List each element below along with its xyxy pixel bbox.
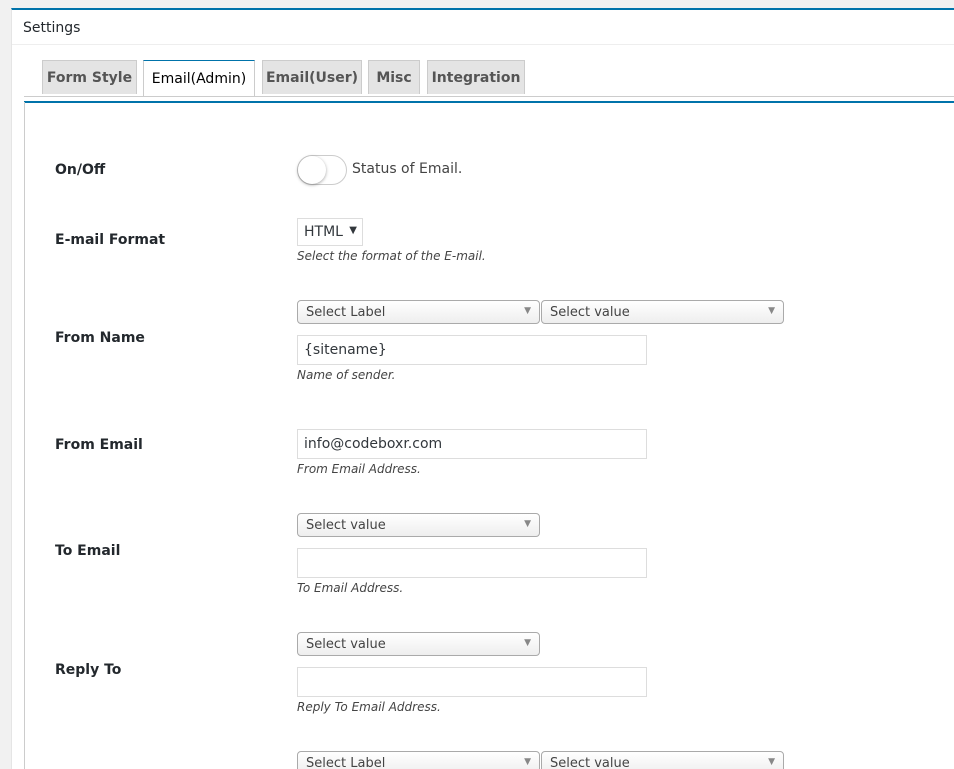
- select-placeholder: Select Label: [306, 305, 385, 320]
- dropdown-arrow-icon: ▼: [524, 306, 531, 316]
- from-name-label-select[interactable]: Select Label ▼: [297, 300, 540, 324]
- toggle-knob: [298, 156, 326, 184]
- email-format-select[interactable]: HTML ▼: [297, 218, 363, 246]
- tab-email-admin[interactable]: Email(Admin): [143, 60, 255, 97]
- panel-title: Settings: [23, 20, 80, 36]
- next-label-select[interactable]: Select Label ▼: [297, 751, 540, 769]
- settings-panel: Settings Form Style Email(Admin) Email(U…: [11, 8, 954, 769]
- from-name-input[interactable]: {sitename}: [297, 335, 647, 365]
- email-status-toggle[interactable]: [297, 155, 347, 185]
- from-name-value-select[interactable]: Select value ▼: [541, 300, 784, 324]
- from-name-label: From Name: [55, 330, 145, 346]
- dropdown-arrow-icon: ▼: [349, 225, 357, 236]
- next-value-select[interactable]: Select value ▼: [541, 751, 784, 769]
- email-format-value: HTML: [304, 224, 343, 240]
- reply-to-label: Reply To: [55, 662, 121, 678]
- reply-to-value-select[interactable]: Select value ▼: [297, 632, 540, 656]
- select-placeholder: Select value: [550, 305, 630, 320]
- to-email-input[interactable]: [297, 548, 647, 578]
- dropdown-arrow-icon: ▼: [524, 519, 531, 529]
- dropdown-arrow-icon: ▼: [768, 757, 775, 767]
- tab-misc[interactable]: Misc: [368, 60, 420, 94]
- dropdown-arrow-icon: ▼: [524, 757, 531, 767]
- from-email-description: From Email Address.: [297, 462, 421, 476]
- divider: [12, 44, 954, 45]
- from-email-label: From Email: [55, 437, 143, 453]
- select-placeholder: Select value: [306, 518, 386, 533]
- dropdown-arrow-icon: ▼: [768, 306, 775, 316]
- toggle-description: Status of Email.: [352, 161, 462, 177]
- tab-email-user[interactable]: Email(User): [262, 60, 362, 94]
- dropdown-arrow-icon: ▼: [524, 638, 531, 648]
- email-format-label: E-mail Format: [55, 232, 165, 248]
- to-email-value-select[interactable]: Select value ▼: [297, 513, 540, 537]
- to-email-description: To Email Address.: [297, 581, 403, 595]
- reply-to-description: Reply To Email Address.: [297, 700, 441, 714]
- from-email-input[interactable]: info@codeboxr.com: [297, 429, 647, 459]
- select-placeholder: Select value: [306, 637, 386, 652]
- to-email-label: To Email: [55, 543, 120, 559]
- email-admin-form: On/Off Status of Email. E-mail Format HT…: [24, 102, 954, 769]
- from-name-description: Name of sender.: [297, 368, 395, 382]
- reply-to-input[interactable]: [297, 667, 647, 697]
- divider: [24, 96, 954, 97]
- onoff-label: On/Off: [55, 162, 105, 178]
- email-format-description: Select the format of the E-mail.: [297, 249, 486, 263]
- tab-form-style[interactable]: Form Style: [42, 60, 137, 94]
- tab-integration[interactable]: Integration: [427, 60, 525, 94]
